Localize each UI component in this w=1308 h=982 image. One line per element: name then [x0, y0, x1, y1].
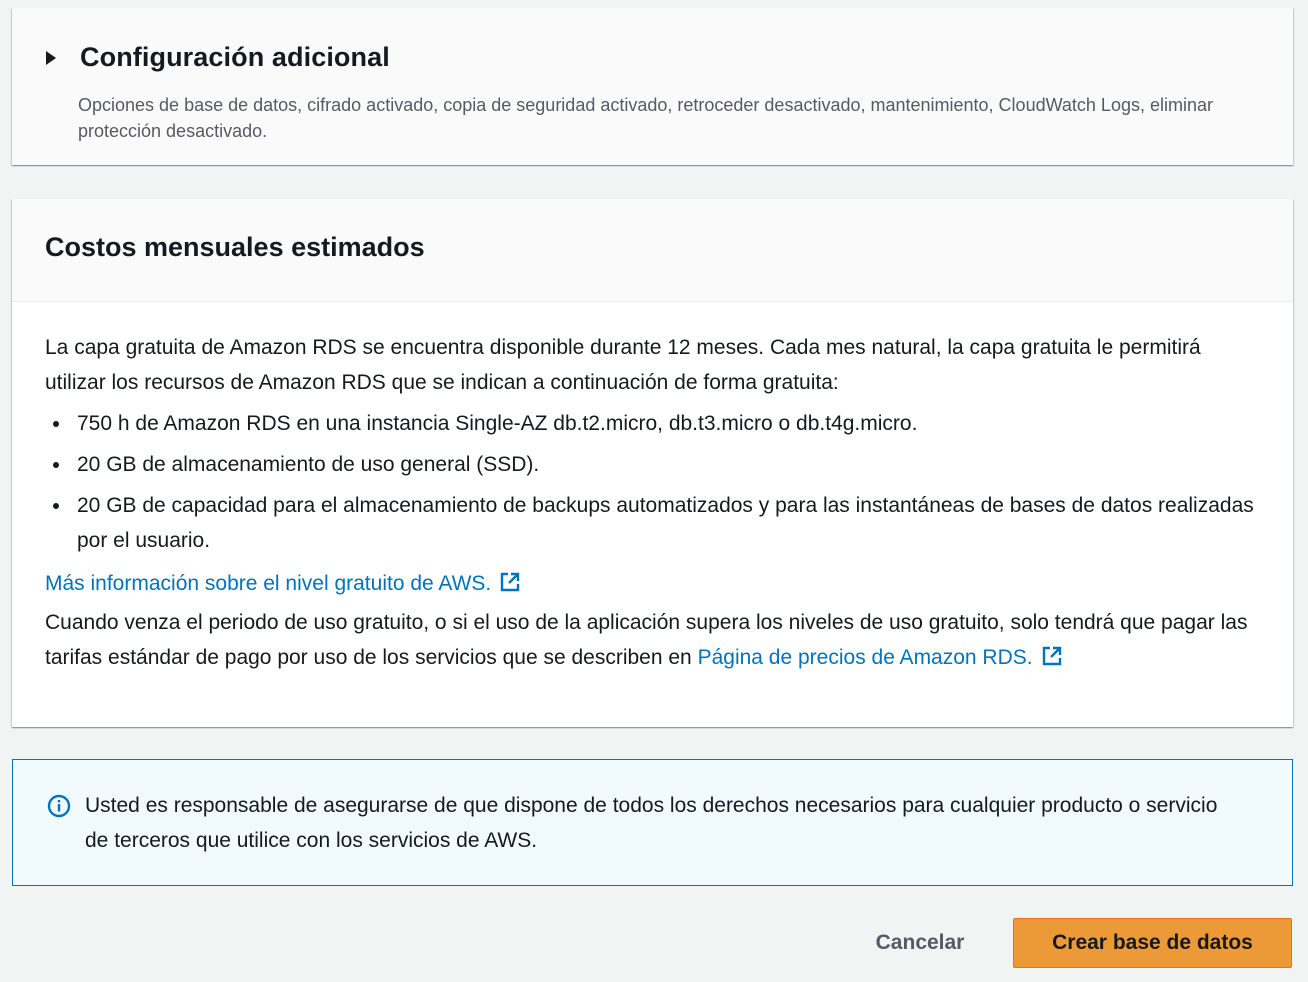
- additional-config-panel: Configuración adicional Opciones de base…: [12, 8, 1293, 165]
- additional-config-description: Opciones de base de datos, cifrado activ…: [78, 95, 1213, 141]
- info-alert-text: Usted es responsable de asegurarse de qu…: [85, 794, 1218, 852]
- info-icon: [47, 794, 71, 818]
- additional-config-expander[interactable]: Configuración adicional: [42, 42, 390, 73]
- list-item: 20 GB de capacidad para el almacenamient…: [45, 488, 1260, 558]
- list-item: 750 h de Amazon RDS en una instancia Sin…: [45, 406, 1260, 441]
- estimated-costs-panel: Costos mensuales estimados La capa gratu…: [12, 199, 1293, 727]
- external-link-icon[interactable]: [499, 571, 521, 593]
- free-tier-intro: La capa gratuita de Amazon RDS se encuen…: [45, 336, 1201, 394]
- pricing-text: Cuando venza el periodo de uso gratuito,…: [45, 611, 1248, 669]
- list-item: 20 GB de almacenamiento de uso general (…: [45, 447, 1260, 482]
- info-alert: Usted es responsable de asegurarse de qu…: [12, 759, 1293, 886]
- pricing-link[interactable]: Página de precios de Amazon RDS.: [698, 646, 1063, 669]
- additional-config-title[interactable]: Configuración adicional: [80, 42, 390, 73]
- estimated-costs-body: La capa gratuita de Amazon RDS se encuen…: [12, 302, 1293, 675]
- estimated-costs-header: Costos mensuales estimados: [12, 199, 1293, 302]
- pricing-link-label[interactable]: Página de precios de Amazon RDS.: [698, 646, 1033, 669]
- free-tier-info-link[interactable]: Más información sobre el nivel gratuito …: [45, 572, 521, 595]
- estimated-costs-title: Costos mensuales estimados: [45, 232, 425, 262]
- free-tier-list: 750 h de Amazon RDS en una instancia Sin…: [45, 406, 1260, 558]
- pricing-paragraph: Cuando venza el periodo de uso gratuito,…: [45, 605, 1260, 675]
- cancel-button[interactable]: Cancelar: [856, 918, 984, 968]
- free-tier-link-line: Más información sobre el nivel gratuito …: [45, 566, 1260, 601]
- create-database-button[interactable]: Crear base de datos: [1013, 918, 1292, 968]
- external-link-icon[interactable]: [1041, 645, 1063, 667]
- free-tier-info-link-label[interactable]: Más información sobre el nivel gratuito …: [45, 572, 491, 595]
- caret-right-icon[interactable]: [46, 50, 56, 65]
